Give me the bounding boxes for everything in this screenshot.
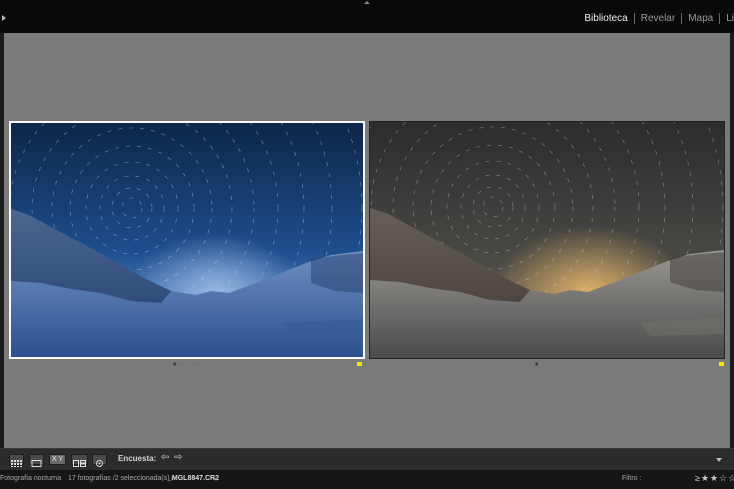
photo-count: 17 fotografías /2 seleccionada(s) / bbox=[68, 475, 174, 482]
survey-icon bbox=[73, 460, 86, 467]
rating-stars-original[interactable]: ★ · · · · bbox=[172, 361, 201, 368]
module-biblioteca[interactable]: Biblioteca bbox=[578, 13, 635, 24]
filter-label: Filtro : bbox=[622, 475, 642, 482]
compare-cell-right[interactable]: ★ · · · · bbox=[369, 121, 725, 368]
compare-icon: X Y bbox=[52, 456, 64, 463]
compare-cell-left[interactable]: ★ · · · · bbox=[9, 121, 365, 368]
grid-view-button[interactable] bbox=[9, 454, 24, 467]
color-label-yellow bbox=[719, 362, 724, 366]
toolbar: X Y Encuesta: ⇦ ⇨ bbox=[0, 448, 734, 470]
previous-arrow-icon[interactable]: ⇦ bbox=[161, 452, 169, 463]
color-label-yellow bbox=[357, 362, 362, 366]
encuesta-label: Encuesta: bbox=[118, 454, 157, 463]
night-sky-photo-blue bbox=[11, 123, 363, 357]
next-arrow-icon[interactable]: ⇨ bbox=[174, 452, 182, 463]
photo-edited[interactable] bbox=[369, 121, 725, 359]
photo-original[interactable] bbox=[9, 121, 365, 359]
survey-view-button[interactable] bbox=[71, 454, 88, 467]
compare-view-area: ★ · · · · ★ · · · · bbox=[4, 33, 730, 448]
compare-view-button[interactable]: X Y bbox=[49, 454, 66, 465]
collapse-left-panel-icon[interactable] bbox=[2, 15, 6, 21]
filename[interactable]: _MGL8847.CR2 bbox=[168, 475, 219, 482]
module-mapa[interactable]: Mapa bbox=[682, 13, 721, 24]
people-icon bbox=[96, 460, 103, 467]
collection-name[interactable]: Fotografía nocturna bbox=[0, 475, 61, 482]
module-picker: Biblioteca Revelar Mapa Li bbox=[578, 13, 734, 24]
rating-stars-edited[interactable]: ★ · · · · bbox=[534, 361, 563, 368]
filename-chevron-down-icon[interactable] bbox=[214, 478, 218, 481]
right-panel-edge bbox=[730, 33, 734, 448]
night-sky-photo-warm bbox=[370, 122, 724, 358]
toolbar-menu-chevron-down-icon[interactable] bbox=[716, 458, 722, 462]
filter-rating-stars[interactable]: ≥★★☆☆ bbox=[695, 473, 734, 484]
people-view-button[interactable] bbox=[92, 454, 107, 467]
top-bar: Biblioteca Revelar Mapa Li bbox=[0, 0, 734, 33]
status-bar: Fotografía nocturna 17 fotografías /2 se… bbox=[0, 470, 734, 489]
module-libro-truncated[interactable]: Li bbox=[720, 13, 734, 24]
collapse-top-panel-icon[interactable] bbox=[364, 1, 370, 4]
loupe-view-button[interactable] bbox=[29, 454, 44, 467]
grid-icon bbox=[11, 460, 22, 467]
module-revelar[interactable]: Revelar bbox=[635, 13, 683, 24]
loupe-icon bbox=[31, 460, 42, 467]
